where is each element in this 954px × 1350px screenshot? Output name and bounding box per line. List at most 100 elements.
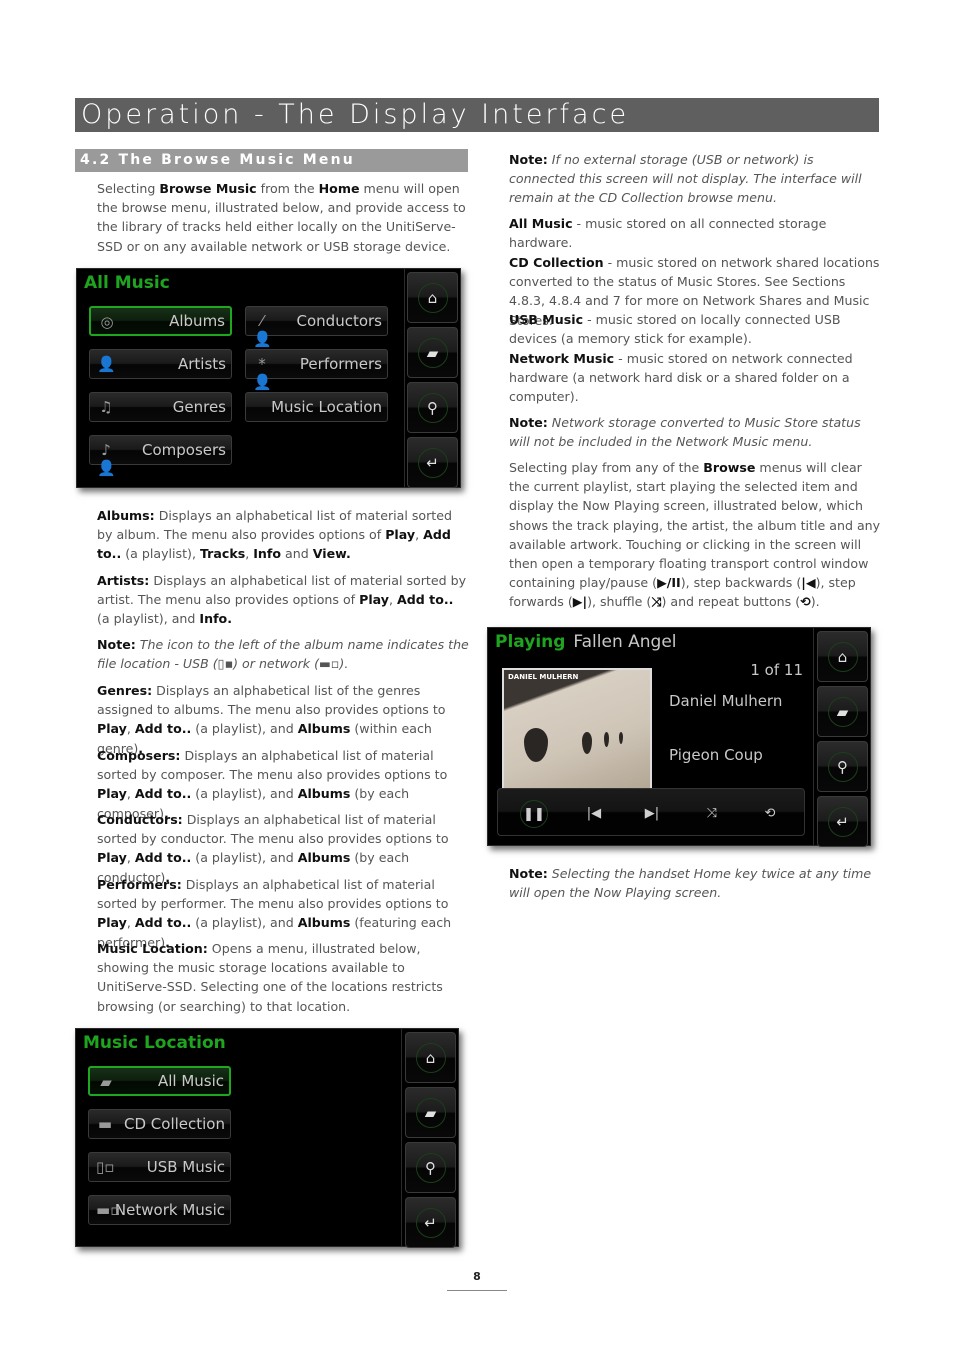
usb-icon: ▯▫	[96, 1158, 115, 1176]
search-button[interactable]: ⚲	[407, 382, 458, 433]
album-artwork[interactable]: DANIEL MULHERN	[502, 668, 652, 792]
transport-controls: ❚❚ |◀ ▶| ⤨ ⟲	[497, 788, 805, 836]
music-location-screen: Music Location ▰ All Music ▬ CD Collection ▯…	[75, 1028, 459, 1248]
menu-button-label: Albums	[169, 312, 225, 330]
search-icon: ⚲	[415, 1152, 446, 1183]
menu-button-artists[interactable]: 👤 Artists	[89, 349, 232, 379]
menu-button-label: USB Music	[146, 1158, 225, 1176]
menu-button-usb-music[interactable]: ▯▫ USB Music	[88, 1152, 231, 1182]
repeat-button[interactable]: ⟲	[756, 800, 784, 828]
artist-name: Daniel Mulhern	[669, 692, 783, 710]
desc-music-location: Music Location: Opens a menu, illustrate…	[97, 941, 443, 1014]
menu-button-conductors[interactable]: ⁄👤 Conductors	[245, 306, 388, 348]
artwork-text: DANIEL MULHERN	[508, 673, 579, 681]
menu-button-label: CD Collection	[124, 1115, 225, 1133]
back-icon: ↵	[827, 806, 858, 837]
track-position: 1 of 11	[750, 661, 803, 679]
home-icon: ⌂	[417, 282, 448, 313]
composer-icon: ♪👤	[97, 441, 116, 477]
desc-albums: Albums: Displays an alphabetical list of…	[97, 508, 452, 562]
browse-button[interactable]: ▰	[407, 327, 458, 378]
track-title: Fallen Angel	[573, 632, 677, 652]
previous-button[interactable]: |◀	[580, 800, 608, 828]
artwork-heart	[524, 728, 548, 762]
menu-button-cd-collection[interactable]: ▬ CD Collection	[88, 1109, 231, 1139]
note-file-location: Note: The icon to the left of the album …	[97, 637, 469, 672]
menu-button-label: Artists	[178, 355, 226, 373]
shuffle-button[interactable]: ⤨	[698, 800, 726, 828]
artwork-heart	[582, 732, 592, 754]
note-home-key: Note: Selecting the handset Home key twi…	[509, 866, 872, 901]
album-name: Pigeon Coup	[669, 746, 763, 764]
next-icon: ▶|	[644, 806, 660, 821]
music-note-icon: ♫	[99, 398, 113, 416]
menu-button-performers[interactable]: *👤 Performers	[245, 349, 388, 391]
screen-title: All Music	[84, 273, 170, 293]
person-icon: 👤	[97, 355, 116, 373]
artwork-heart	[619, 732, 623, 744]
next-button[interactable]: ▶|	[638, 800, 666, 828]
menu-button-music-location[interactable]: Music Location	[245, 392, 388, 422]
all-music-screen: All Music ◎ Albums ⁄👤 Conductors 👤 Artists *👤 P…	[76, 268, 461, 488]
location-network-music: Network Music - music stored on network …	[509, 351, 853, 405]
note-music-store: Note: Network storage converted to Music…	[509, 415, 861, 450]
menu-button-label: Network Music	[114, 1201, 225, 1219]
home-icon: ⌂	[415, 1042, 446, 1073]
home-button[interactable]: ⌂	[407, 272, 458, 323]
browse-icon: ▰	[417, 337, 448, 368]
cd-icon: ◎	[100, 313, 114, 331]
browse-button[interactable]: ▰	[817, 686, 868, 737]
menu-button-label: All Music	[157, 1072, 224, 1090]
cd-drive-icon: ▬	[97, 1115, 113, 1133]
section-heading: 4.2 The Browse Music Menu	[75, 149, 468, 172]
back-icon: ↵	[415, 1207, 446, 1238]
menu-button-albums[interactable]: ◎ Albums	[89, 306, 232, 336]
home-icon: ⌂	[827, 641, 858, 672]
back-icon: ↵	[417, 447, 448, 478]
search-icon: ⚲	[417, 392, 448, 423]
albums-stack-icon: ▰	[100, 1073, 112, 1091]
back-button[interactable]: ↵	[405, 1197, 456, 1248]
artwork-heart	[604, 732, 609, 747]
page-title: Operation - The Display Interface	[75, 98, 879, 132]
browse-icon: ▰	[415, 1097, 446, 1128]
now-playing-screen: Playing Fallen Angel 1 of 11 DANIEL MULHE…	[487, 627, 871, 847]
network-icon: ▬▫	[96, 1201, 121, 1219]
menu-button-network-music[interactable]: ▬▫ Network Music	[88, 1195, 231, 1225]
search-icon: ⚲	[827, 751, 858, 782]
playing-status: Playing	[495, 632, 566, 652]
location-usb-music: USB Music - music stored on locally conn…	[509, 312, 841, 347]
back-button[interactable]: ↵	[817, 796, 868, 847]
conductor-icon: ⁄👤	[253, 312, 272, 348]
browse-button[interactable]: ▰	[405, 1087, 456, 1138]
search-button[interactable]: ⚲	[817, 741, 868, 792]
browse-icon: ▰	[827, 696, 858, 727]
note-no-storage: Note: If no external storage (USB or net…	[509, 152, 862, 206]
back-button[interactable]: ↵	[407, 437, 458, 488]
previous-icon: |◀	[586, 806, 602, 821]
menu-button-composers[interactable]: ♪👤 Composers	[89, 435, 232, 477]
location-all-music: All Music - music stored on all connecte…	[509, 216, 827, 251]
pause-button[interactable]: ❚❚	[520, 800, 548, 828]
pause-icon: ❚❚	[523, 807, 545, 822]
side-button-bar: ⌂ ▰ ⚲ ↵	[402, 1029, 458, 1248]
menu-button-label: Composers	[142, 441, 226, 459]
menu-button-all-music[interactable]: ▰ All Music	[88, 1066, 231, 1096]
footer-rule	[447, 1290, 507, 1291]
shuffle-icon: ⤨	[706, 806, 718, 821]
screen-title: Music Location	[83, 1033, 226, 1053]
repeat-icon: ⟲	[764, 806, 776, 821]
playing-paragraph: Selecting play from any of the Browse me…	[509, 460, 881, 610]
search-button[interactable]: ⚲	[405, 1142, 456, 1193]
menu-button-label: Performers	[299, 355, 382, 373]
intro-paragraph: Selecting Browse Music from the Home men…	[97, 181, 466, 254]
performer-icon: *👤	[253, 355, 272, 391]
page-number: 8	[473, 1270, 481, 1283]
menu-button-label: Music Location	[271, 398, 382, 416]
now-playing-title: Playing Fallen Angel	[495, 632, 677, 652]
home-button[interactable]: ⌂	[405, 1032, 456, 1083]
home-button[interactable]: ⌂	[817, 631, 868, 682]
desc-artists: Artists: Displays an alphabetical list o…	[97, 573, 467, 627]
menu-button-genres[interactable]: ♫ Genres	[89, 392, 232, 422]
menu-button-label: Genres	[172, 398, 226, 416]
